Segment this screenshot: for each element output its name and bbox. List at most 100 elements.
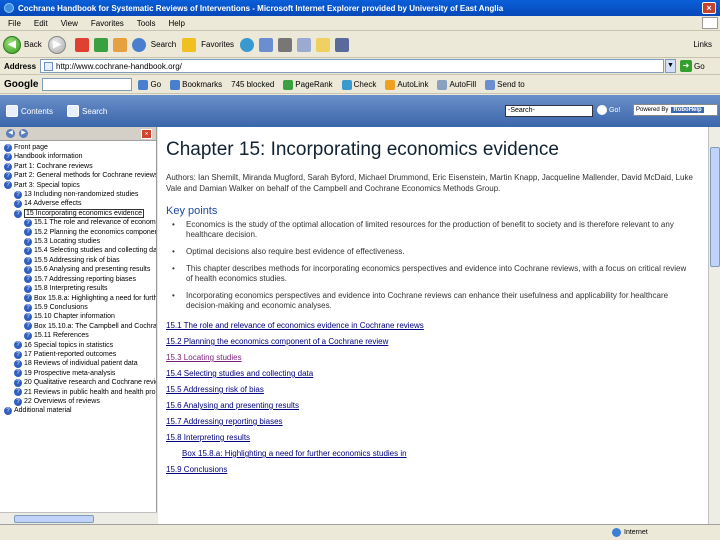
- toc-item[interactable]: ? 22 Overviews of reviews: [0, 397, 156, 406]
- back-button[interactable]: ◀ Back: [3, 35, 42, 54]
- section-link[interactable]: 15.1 The role and relevance of economics…: [166, 318, 708, 334]
- section-link[interactable]: 15.8 Interpreting results: [166, 430, 708, 446]
- section-link[interactable]: 15.5 Addressing risk of bias: [166, 382, 708, 398]
- toc-item-label: 14 Adverse effects: [24, 200, 82, 208]
- google-item-go[interactable]: Go: [138, 79, 161, 90]
- menu-item-view[interactable]: View: [61, 19, 78, 28]
- close-pane-icon[interactable]: ×: [141, 129, 152, 139]
- close-window-button[interactable]: ×: [702, 2, 716, 14]
- toc-item[interactable]: ? 21 Reviews in public health and health …: [0, 388, 156, 397]
- toc-item[interactable]: ? 16 Special topics in statistics: [0, 341, 156, 350]
- help-topic-icon: ?: [24, 294, 32, 303]
- go-icon: [138, 79, 149, 90]
- toc-item[interactable]: ? 15.2 Planning the economics component: [0, 228, 156, 237]
- toc-item-label: 15.5 Addressing risk of bias: [34, 256, 120, 264]
- toc-item[interactable]: ?Box 15.10.a: The Campbell and Cochrane …: [0, 322, 156, 331]
- google-search-input[interactable]: [42, 78, 133, 91]
- toc-item[interactable]: ? 15.8 Interpreting results: [0, 284, 156, 293]
- previous-icon[interactable]: ◀: [6, 129, 15, 138]
- next-icon[interactable]: ▶: [19, 129, 28, 138]
- section-link[interactable]: 15.4 Selecting studies and collecting da…: [166, 366, 708, 382]
- scrollbar-thumb[interactable]: [14, 515, 94, 523]
- forward-button[interactable]: ▶: [47, 35, 69, 54]
- toc-item[interactable]: ? Part 2: General methods for Cochrane re…: [0, 171, 156, 180]
- help-topic-icon: ?: [14, 350, 22, 359]
- section-link[interactable]: 15.2 Planning the economics component of…: [166, 334, 708, 350]
- toc-item[interactable]: ? 15.10 Chapter information: [0, 312, 156, 322]
- sidebar-horizontal-scrollbar[interactable]: [0, 512, 157, 524]
- google-item-autofill[interactable]: AutoFill: [437, 79, 476, 90]
- section-link[interactable]: 15.9 Conclusions: [166, 462, 708, 478]
- autofill-icon: [437, 79, 448, 90]
- scrollbar-thumb[interactable]: [710, 147, 720, 267]
- menu-item-file[interactable]: File: [8, 19, 21, 28]
- home-icon[interactable]: [112, 37, 127, 52]
- stop-icon[interactable]: [74, 37, 89, 52]
- toc-item[interactable]: ? Part 1: Cochrane reviews: [0, 162, 156, 171]
- toc-item[interactable]: ? 15.3 Locating studies: [0, 237, 156, 246]
- forward-arrow-icon: ▶: [47, 35, 66, 54]
- pagerank-icon: [283, 79, 294, 90]
- menu-item-favorites[interactable]: Favorites: [91, 19, 124, 28]
- toc-item[interactable]: ? 18 Reviews of individual patient data: [0, 359, 156, 369]
- toc-item[interactable]: ? Front page: [0, 143, 156, 152]
- section-link[interactable]: 15.3 Locating studies: [166, 350, 708, 366]
- mail-icon[interactable]: [259, 37, 274, 52]
- research-icon[interactable]: [335, 37, 350, 52]
- refresh-icon[interactable]: [93, 37, 108, 52]
- links-label[interactable]: Links: [693, 40, 712, 49]
- toc-item[interactable]: ? Box 15.8.a: Highlighting a need for fur…: [0, 294, 156, 303]
- toc-item[interactable]: ? Handbook information: [0, 152, 156, 162]
- vertical-scrollbar[interactable]: [708, 127, 720, 524]
- toc-item-label: Front page: [14, 144, 48, 151]
- google-item-send-to[interactable]: Send to: [485, 79, 525, 90]
- toc-item-label: 15.8 Interpreting results: [34, 285, 108, 293]
- popup-blocked-indicator[interactable]: 745 blocked: [231, 80, 274, 89]
- toc-sidebar: ◀ ▶ × ? Front page? Handbook information? P…: [0, 127, 157, 524]
- go-button[interactable]: ➜ Go: [680, 60, 705, 72]
- google-item-check[interactable]: Check: [341, 79, 376, 90]
- toc-item[interactable]: ? Part 3: Special topics: [0, 181, 156, 190]
- contents-button[interactable]: Contents: [6, 105, 53, 117]
- toc-item[interactable]: ? 15.5 Addressing risk of bias: [0, 256, 156, 265]
- history-icon[interactable]: [240, 37, 255, 52]
- toc-item-label: Box 15.8.a: Highlighting a need for furt…: [34, 294, 156, 302]
- help-topic-icon: ?: [14, 190, 22, 199]
- toc-item[interactable]: ? Additional material: [0, 406, 156, 416]
- search-button[interactable]: Search: [131, 37, 176, 52]
- toc-item[interactable]: ? 15.11 References: [0, 331, 156, 340]
- toc-item[interactable]: ? 14 Adverse effects: [0, 199, 156, 209]
- print-icon[interactable]: [278, 37, 293, 52]
- toc-item[interactable]: ? 15 Incorporating economics evidence: [0, 208, 156, 219]
- toc-item-label: 15.9 Conclusions: [34, 303, 88, 311]
- toc-item[interactable]: ? 15.9 Conclusions: [0, 303, 156, 312]
- toc-item[interactable]: ? 15.6 Analysing and presenting results: [0, 265, 156, 274]
- toc-item[interactable]: ? 20 Qualitative research and Cochrane re…: [0, 378, 156, 387]
- toc-item[interactable]: ? 17 Patient-reported outcomes: [0, 350, 156, 359]
- help-go-button[interactable]: Go!: [597, 105, 620, 115]
- section-link[interactable]: Box 15.8.a: Highlighting a need for furt…: [166, 446, 708, 462]
- folder-icon[interactable]: [316, 37, 331, 52]
- favorites-button[interactable]: Favorites: [182, 37, 234, 52]
- address-input[interactable]: http://www.cochrane-handbook.org/: [40, 59, 665, 73]
- section-link[interactable]: 15.7 Addressing reporting biases: [166, 414, 708, 430]
- toc-item[interactable]: ? 15.4 Selecting studies and collecting d…: [0, 246, 156, 256]
- help-topic-icon: ?: [4, 171, 12, 180]
- section-link[interactable]: 15.6 Analysing and presenting results: [166, 398, 708, 414]
- help-search-input[interactable]: -Search-: [505, 105, 593, 117]
- google-item-pagerank[interactable]: PageRank: [283, 79, 333, 90]
- menu-item-edit[interactable]: Edit: [34, 19, 48, 28]
- address-dropdown[interactable]: ▼: [665, 59, 677, 73]
- menu-item-tools[interactable]: Tools: [137, 19, 156, 28]
- menu-item-help[interactable]: Help: [168, 19, 184, 28]
- edit-icon[interactable]: [297, 37, 312, 52]
- ie-logo-icon: [4, 3, 14, 13]
- google-item-bookmarks[interactable]: Bookmarks: [170, 79, 222, 90]
- google-item-autolink[interactable]: AutoLink: [385, 79, 428, 90]
- toc-item[interactable]: ? 13 Including non-randomized studies: [0, 190, 156, 199]
- toc-item[interactable]: ? 19 Prospective meta-analysis: [0, 369, 156, 378]
- toc-item[interactable]: ?15.1 The role and relevance of economic…: [0, 218, 156, 227]
- toc-item[interactable]: ? 15.7 Addressing reporting biases: [0, 275, 156, 284]
- help-search-button[interactable]: Search: [67, 105, 107, 117]
- help-topic-icon: ?: [14, 360, 22, 369]
